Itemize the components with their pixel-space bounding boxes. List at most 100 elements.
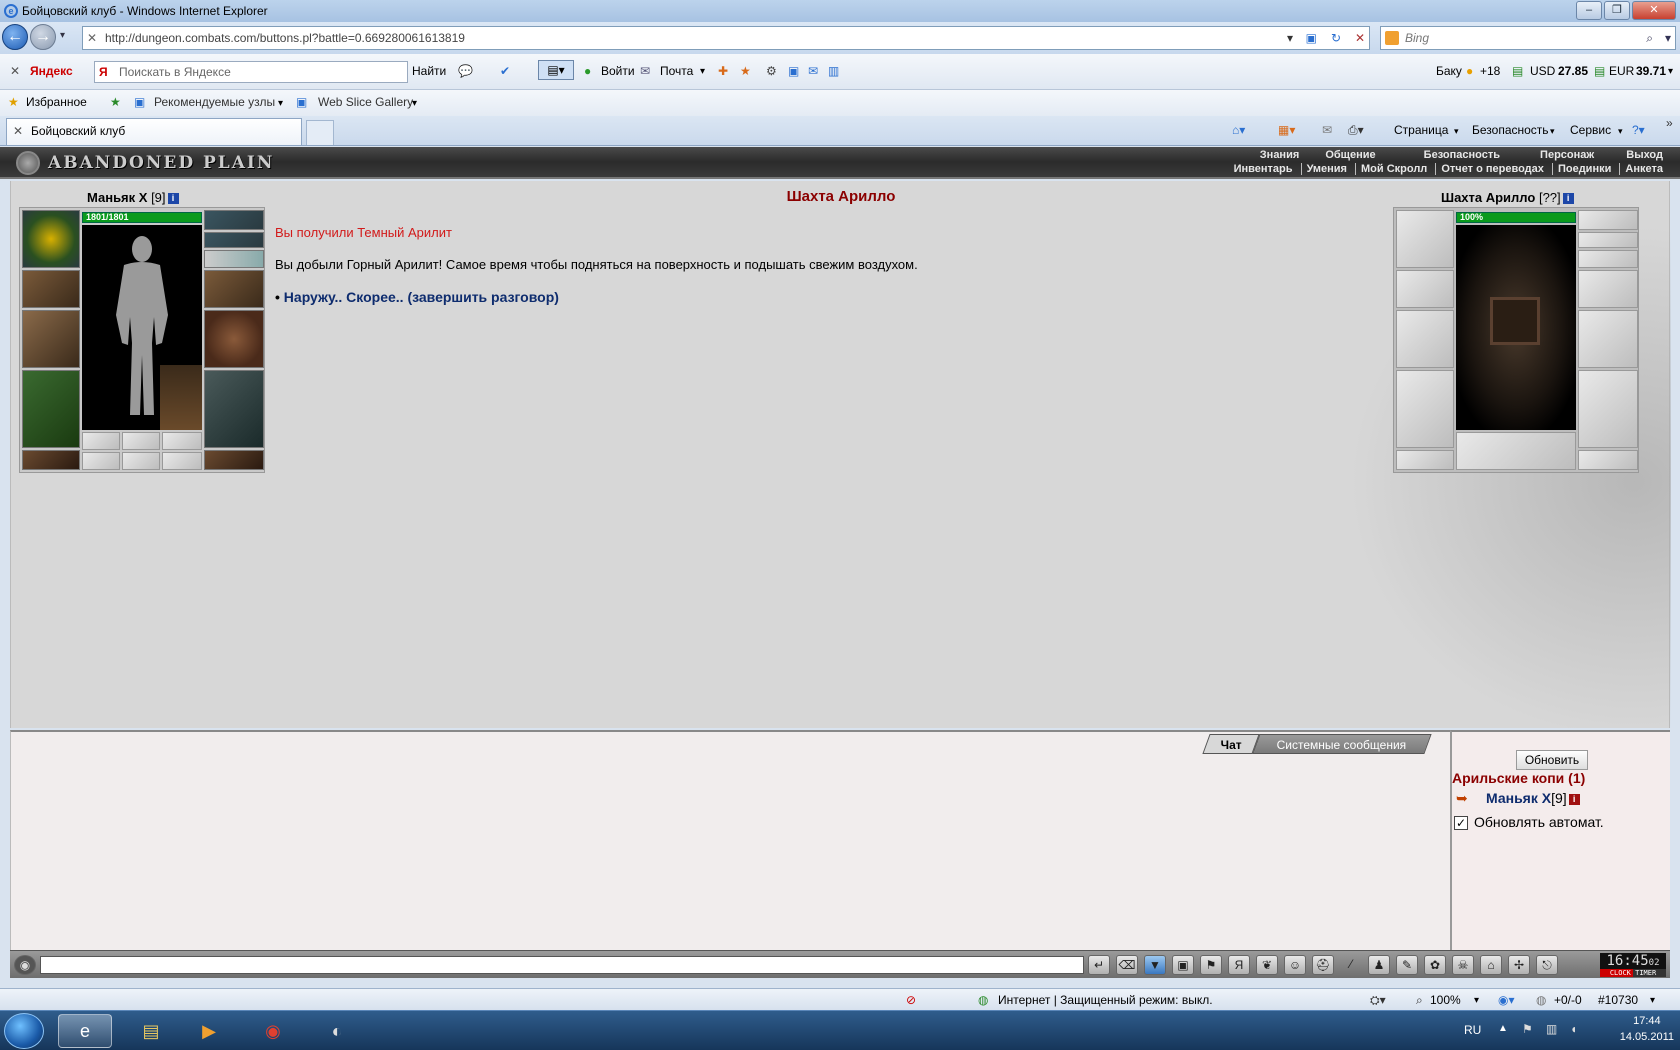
menu-my-scroll[interactable]: Мой Скролл — [1355, 163, 1433, 175]
widget-1-icon[interactable]: ▣ — [788, 64, 799, 78]
slot-earrings[interactable] — [204, 210, 264, 230]
taskbar-chrome-icon[interactable]: ◉ — [246, 1014, 300, 1048]
bookmark-add-icon[interactable]: ✚ — [718, 64, 728, 78]
npc-slot-necklace[interactable] — [1578, 232, 1638, 248]
yandex-search-input[interactable]: Я Поискать в Яндексе — [94, 61, 408, 83]
npc-slot-emblem[interactable] — [1456, 432, 1576, 470]
protected-mode-icon[interactable]: ⛭▾ — [1370, 993, 1386, 1008]
yandex-find-button[interactable]: Найти — [412, 64, 446, 78]
smiley-icon[interactable]: ☺ — [1284, 955, 1306, 975]
scroll-icon[interactable]: ✎ — [1396, 955, 1418, 975]
address-dropdown-icon[interactable]: ▾ — [1287, 27, 1293, 49]
suggested-dropdown-icon[interactable]: ▾ — [278, 98, 283, 109]
settings-gear-icon[interactable]: ⚙ — [766, 64, 777, 78]
npc-slot-legs[interactable] — [1578, 370, 1638, 448]
tray-flag-icon[interactable]: ⚑ — [1522, 1022, 1533, 1036]
zoom-level[interactable]: 100% — [1430, 993, 1461, 1007]
taskbar-ie-icon[interactable]: e — [58, 1014, 112, 1048]
language-indicator[interactable]: RU — [1464, 1023, 1481, 1037]
history-dropdown-icon[interactable]: ▾ — [60, 30, 65, 41]
search-options-icon[interactable]: ▾ — [1665, 27, 1671, 49]
refresh-icon[interactable]: ↻ — [1331, 27, 1341, 49]
taskbar-clock[interactable]: 17:44 14.05.2011 — [1620, 1013, 1674, 1045]
toolbar-close-icon[interactable]: ✕ — [10, 64, 20, 78]
widget-3-icon[interactable]: ▥ — [828, 64, 839, 78]
slot-scroll-2[interactable] — [122, 452, 160, 470]
page-menu[interactable]: Страница — [1394, 123, 1448, 137]
slot-bracers[interactable] — [22, 270, 80, 308]
npc-slot-gloves[interactable] — [1578, 270, 1638, 308]
slot-rings[interactable] — [204, 250, 264, 268]
mail-dropdown-icon[interactable]: ▾ — [700, 66, 705, 77]
taskbar-explorer-icon[interactable]: ▤ — [124, 1014, 178, 1048]
menu-character[interactable]: Персонаж — [1508, 149, 1599, 161]
menu-exit[interactable]: Выход — [1602, 149, 1668, 161]
back-button[interactable]: ← — [2, 24, 28, 50]
widget-2-icon[interactable]: ✉ — [808, 64, 818, 78]
login-button[interactable]: Войти — [601, 64, 635, 78]
taskbar-media-player-icon[interactable]: ▶ — [182, 1014, 236, 1048]
menu-profile[interactable]: Анкета — [1619, 163, 1668, 175]
page-menu-dropdown-icon[interactable]: ▾ — [1454, 126, 1459, 137]
privacy-icon[interactable]: ⊘ — [906, 993, 916, 1007]
chevron-more-icon[interactable]: » — [1666, 116, 1673, 130]
chat-panel[interactable]: Чат Системные сообщения — [10, 730, 1450, 950]
mail-button[interactable]: Почта — [660, 64, 693, 78]
tab-active[interactable]: ✕ Бойцовский клуб — [6, 118, 302, 145]
eraser-icon[interactable]: ⌫ — [1116, 955, 1138, 975]
new-tab-button[interactable] — [306, 120, 334, 145]
leaf-icon[interactable]: ❦ — [1256, 955, 1278, 975]
npc-info-icon[interactable]: i — [1562, 193, 1574, 205]
npc-slot-bracers[interactable] — [1396, 270, 1454, 308]
npc-slot-helmet[interactable] — [1396, 210, 1454, 268]
map-icon[interactable]: ✿ — [1424, 955, 1446, 975]
addon-icon[interactable]: ◉▾ — [1498, 993, 1515, 1007]
slot-ring-1[interactable] — [82, 432, 120, 450]
menu-duels[interactable]: Поединки — [1551, 163, 1617, 175]
tray-network-icon[interactable]: ▥ — [1546, 1022, 1557, 1036]
close-window-button[interactable]: ✕ — [1632, 1, 1676, 20]
read-mail-icon[interactable]: ✉ — [1322, 123, 1332, 137]
slot-legs[interactable] — [204, 370, 264, 448]
stop-icon[interactable]: ✕ — [1355, 27, 1365, 49]
auto-refresh[interactable]: ✓ Обновлять автомат. — [1454, 814, 1604, 831]
user-info-icon[interactable]: i — [1568, 793, 1580, 805]
menu-skills[interactable]: Умения — [1300, 163, 1352, 175]
npc-slot-earrings[interactable] — [1578, 210, 1638, 230]
slot-helmet[interactable] — [22, 210, 80, 268]
pet-cat-image[interactable] — [160, 365, 202, 430]
favorites-button[interactable]: Избранное — [26, 95, 87, 109]
translate-icon[interactable]: ▤▾ — [538, 60, 574, 80]
search-box[interactable]: Bing ⌕ ▾ — [1380, 26, 1676, 50]
helmet-icon[interactable]: ⛑ — [1312, 955, 1334, 975]
slot-ring-2[interactable] — [122, 432, 160, 450]
zone-status[interactable]: Интернет | Защищенный режим: выкл. — [998, 993, 1213, 1007]
service-menu[interactable]: Сервис — [1570, 123, 1611, 137]
chat-bubble-icon[interactable]: 💬 — [458, 64, 473, 78]
auto-refresh-checkbox[interactable]: ✓ — [1454, 816, 1468, 831]
service-menu-dropdown-icon[interactable]: ▾ — [1618, 126, 1623, 137]
add-favorites-icon[interactable]: ★ — [110, 95, 121, 109]
zoom-dropdown-icon[interactable]: ▾ — [1474, 995, 1479, 1006]
feeds-icon[interactable]: ▦▾ — [1278, 123, 1295, 137]
chat-speaker-icon[interactable]: ◉ — [14, 955, 36, 975]
slot-scroll-3[interactable] — [162, 452, 202, 470]
print-icon[interactable]: ⎙▾ — [1348, 123, 1364, 138]
npc-name[interactable]: Шахта Арилло [??] i — [1441, 190, 1574, 205]
weather-city[interactable]: Баку — [1436, 64, 1462, 78]
slot-belt[interactable] — [22, 450, 80, 470]
slot-necklace[interactable] — [204, 232, 264, 248]
help-icon[interactable]: ?▾ — [1632, 123, 1645, 137]
forward-button[interactable]: → — [30, 24, 56, 50]
save-icon[interactable]: ▣ — [1172, 955, 1194, 975]
tray-volume-icon[interactable]: ◖ — [1570, 1022, 1577, 1036]
search-icon[interactable]: ⌕ — [1646, 27, 1653, 49]
menu-communication[interactable]: Общение — [1307, 149, 1380, 161]
taskbar-app-icon[interactable]: ◐ — [310, 1014, 364, 1048]
menu-inventory[interactable]: Инвентарь — [1229, 163, 1298, 175]
skull-icon[interactable]: ☠ — [1452, 955, 1474, 975]
translit-icon[interactable]: Я — [1228, 955, 1250, 975]
suggested-sites-link[interactable]: Рекомендуемые узлы — [154, 95, 275, 109]
filter-icon[interactable]: ▼ — [1144, 955, 1166, 975]
slot-shield[interactable] — [204, 310, 264, 368]
